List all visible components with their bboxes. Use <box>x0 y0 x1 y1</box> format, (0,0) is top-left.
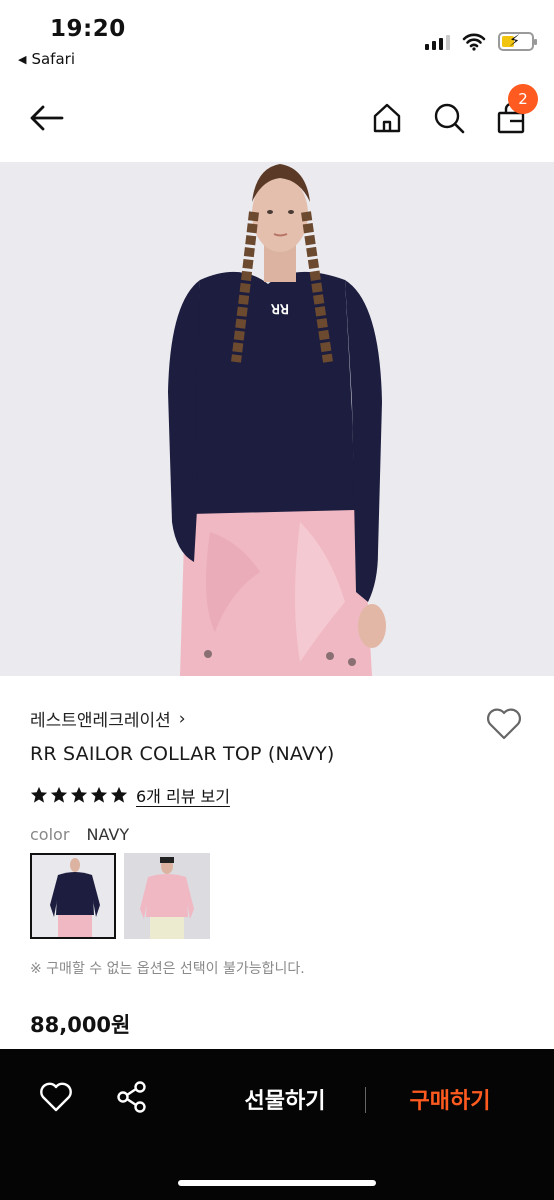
top-nav-bar <box>0 80 554 162</box>
back-to-safari-link[interactable]: ◀ Safari <box>18 50 75 68</box>
star-icon <box>110 786 128 803</box>
home-indicator <box>178 1180 376 1186</box>
search-icon <box>434 103 465 134</box>
bottom-action-bar: 선물하기 구매하기 <box>0 1049 554 1200</box>
status-icons: ⚡ <box>425 31 537 51</box>
rating-row: 6개 리뷰 보기 <box>30 783 230 807</box>
svg-text:ꓤꓤ: ꓤꓤ <box>270 302 289 317</box>
wishlist-toggle-button[interactable] <box>484 704 524 744</box>
signal-icon <box>425 34 450 50</box>
bottom-bar-divider <box>365 1087 366 1113</box>
back-button[interactable] <box>26 98 66 138</box>
battery-charging-icon: ⚡ <box>498 31 537 51</box>
product-photo[interactable]: ꓤꓤ <box>0 162 554 676</box>
product-price: 88,000원 <box>30 1013 131 1037</box>
view-reviews-link[interactable]: 6개 리뷰 보기 <box>136 783 230 807</box>
product-title: RR SAILOR COLLAR TOP (NAVY) <box>30 743 335 765</box>
color-option-navy[interactable] <box>30 853 116 939</box>
star-icon <box>70 786 88 803</box>
brand-link[interactable]: 레스트앤레크레이션 › <box>30 706 186 732</box>
search-button[interactable] <box>429 98 469 138</box>
share-button[interactable] <box>114 1079 150 1115</box>
home-button[interactable] <box>367 98 407 138</box>
pink-thumbnail-image <box>124 853 210 939</box>
status-time: 19:20 <box>50 16 126 42</box>
share-icon <box>117 1081 146 1113</box>
back-triangle-icon: ◀ <box>18 52 27 66</box>
heart-icon <box>40 1082 72 1112</box>
star-icon <box>90 786 108 803</box>
brand-name: 레스트앤레크레이션 <box>30 711 171 731</box>
star-icon <box>30 786 48 803</box>
rating-stars <box>30 786 128 804</box>
color-option-pink[interactable] <box>124 853 210 939</box>
status-bar: 19:20 ◀ Safari ⚡ <box>0 0 554 80</box>
gift-button[interactable]: 선물하기 <box>220 1083 350 1115</box>
star-icon <box>50 786 68 803</box>
wifi-icon <box>462 33 486 51</box>
navy-thumbnail-image <box>32 855 114 937</box>
heart-outline-icon <box>487 708 521 740</box>
back-app-label: Safari <box>31 50 75 68</box>
arrow-left-icon <box>30 105 64 131</box>
product-photo-illustration: ꓤꓤ <box>0 162 554 676</box>
color-label: color <box>30 825 70 844</box>
chevron-right-icon: › <box>178 708 186 729</box>
buy-button[interactable]: 구매하기 <box>385 1083 515 1115</box>
color-value: NAVY <box>86 825 130 844</box>
option-notice: ※ 구매할 수 없는 옵션은 선택이 불가능합니다. <box>30 961 305 977</box>
cart-count-badge: 2 <box>508 84 538 114</box>
bottom-wishlist-button[interactable] <box>38 1079 74 1115</box>
color-row: color NAVY <box>30 825 129 844</box>
home-icon <box>373 103 401 133</box>
